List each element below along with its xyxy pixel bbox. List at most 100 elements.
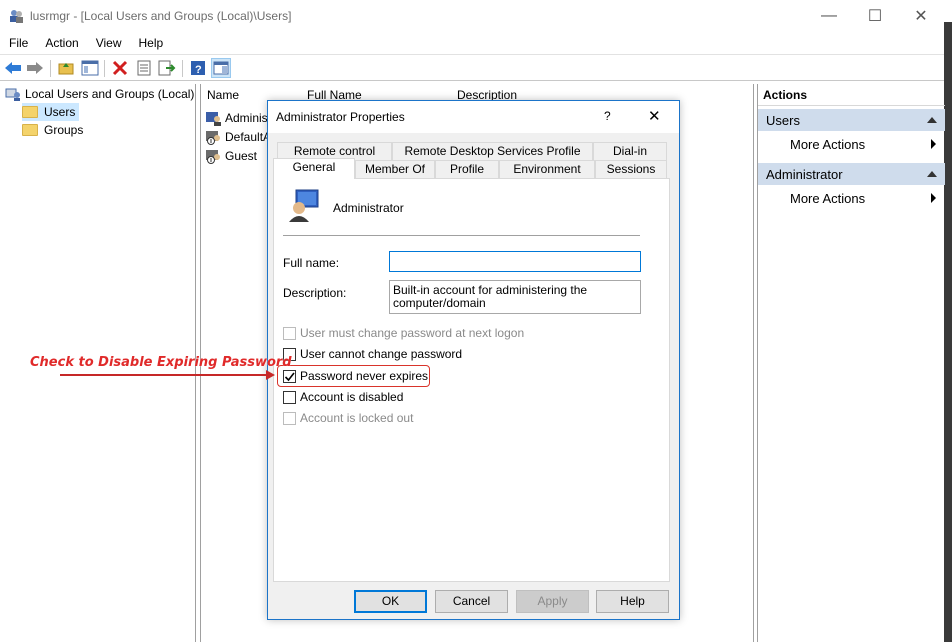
dialog-title-bar: Administrator Properties ? ✕ [268, 101, 679, 133]
close-icon: ✕ [648, 108, 661, 125]
folder-icon [22, 106, 38, 118]
help-icon[interactable]: ? [188, 58, 208, 78]
dialog-close-button[interactable]: ✕ [648, 107, 661, 125]
collapse-icon[interactable] [927, 171, 937, 177]
annotation-arrow-head-icon [266, 370, 275, 380]
computer-users-icon [5, 86, 21, 102]
more-actions-label: More Actions [790, 191, 866, 206]
list-item[interactable]: Guest [206, 147, 257, 165]
tab-sessions[interactable]: Sessions [595, 160, 667, 178]
checkbox-label: User cannot change password [300, 347, 463, 361]
checkbox-label: User must change password at next logon [300, 326, 525, 340]
apply-button: Apply [516, 590, 589, 613]
checkbox-box [283, 411, 296, 425]
annotation-text: Check to Disable Expiring Password [30, 355, 292, 370]
list-item-label: Adminis [225, 111, 268, 125]
show-hide-tree-icon[interactable] [80, 58, 100, 78]
window-title: lusrmgr - [Local Users and Groups (Local… [30, 9, 292, 23]
menu-help[interactable]: Help [130, 33, 172, 53]
checkbox-account-disabled[interactable]: Account is disabled [283, 389, 403, 405]
section-title: Administrator [766, 167, 843, 182]
submenu-arrow-icon [931, 139, 936, 149]
checkbox-cannot-change-password[interactable]: User cannot change password [283, 346, 462, 362]
full-name-label: Full name: [283, 256, 340, 270]
annotation-arrow-line [60, 374, 272, 376]
toolbar-separator [50, 60, 51, 77]
tab-profile[interactable]: Profile [435, 160, 499, 178]
checkbox-label: Account is locked out [300, 411, 414, 425]
actions-section-administrator[interactable]: Administrator [758, 163, 945, 185]
folder-icon [22, 124, 38, 136]
background-window-edge [944, 22, 952, 642]
disabled-user-icon [206, 148, 222, 164]
tree-item-users[interactable]: Users [22, 103, 80, 121]
tree-root[interactable]: Local Users and Groups (Local) [5, 85, 194, 103]
help-button[interactable]: Help [596, 590, 669, 613]
actions-section-users[interactable]: Users [758, 109, 945, 131]
tab-member-of[interactable]: Member Of [355, 160, 435, 178]
delete-icon[interactable] [110, 58, 130, 78]
actions-header: Actions [758, 84, 945, 106]
list-item-label: Guest [225, 149, 258, 163]
collapse-icon[interactable] [927, 117, 937, 123]
toolbar: ? [0, 54, 944, 81]
properties-icon[interactable] [134, 58, 154, 78]
full-name-field[interactable] [389, 251, 641, 272]
annotation-highlight-box [277, 365, 430, 387]
minimize-button[interactable]: — [806, 0, 852, 32]
general-tab-panel: Administrator Full name: Description: Bu… [273, 178, 670, 582]
cancel-button[interactable]: Cancel [435, 590, 508, 613]
export-list-icon[interactable] [157, 58, 177, 78]
description-line-2: computer/domain [393, 296, 486, 310]
more-actions-users[interactable]: More Actions [758, 133, 945, 155]
forward-arrow-icon[interactable] [25, 58, 45, 78]
checkbox-box[interactable] [283, 390, 296, 404]
checkbox-box [283, 326, 296, 340]
submenu-arrow-icon [931, 193, 936, 203]
more-actions-label: More Actions [790, 137, 866, 152]
list-item[interactable]: DefaultA [206, 128, 271, 146]
list-item-label: DefaultA [225, 130, 272, 144]
checkbox-label: Account is disabled [300, 390, 404, 404]
checkbox-account-locked-out: Account is locked out [283, 410, 413, 426]
more-actions-administrator[interactable]: More Actions [758, 187, 945, 209]
disabled-user-icon [206, 129, 222, 145]
ok-button[interactable]: OK [354, 590, 427, 613]
show-action-pane-icon[interactable] [211, 58, 231, 78]
menu-action[interactable]: Action [36, 33, 86, 53]
checkbox-must-change-password: User must change password at next logon [283, 325, 524, 341]
tree-root-label: Local Users and Groups (Local) [25, 87, 195, 101]
tree-item-groups[interactable]: Groups [22, 121, 83, 139]
description-field[interactable]: Built-in account for administering the c… [389, 280, 641, 314]
dialog-title: Administrator Properties [276, 110, 405, 124]
tab-general[interactable]: General [273, 158, 355, 179]
tree-item-label: Users [44, 105, 76, 119]
maximize-icon: ☐ [867, 8, 883, 25]
menu-file[interactable]: File [0, 33, 36, 53]
close-button[interactable]: ✕ [898, 0, 944, 32]
context-help-button[interactable]: ? [604, 109, 611, 123]
list-item[interactable]: Adminis [206, 109, 268, 127]
users-app-icon [8, 8, 24, 24]
user-avatar-icon [288, 188, 322, 225]
up-folder-icon[interactable] [56, 58, 76, 78]
back-arrow-icon[interactable] [3, 58, 23, 78]
user-icon [206, 110, 222, 126]
actions-pane: Actions Users More Actions Administrator… [757, 84, 945, 642]
minimize-icon: — [821, 7, 837, 24]
header-divider [283, 235, 640, 236]
tab-remote-desktop-profile[interactable]: Remote Desktop Services Profile [392, 142, 593, 160]
menu-bar: File Action View Help [0, 32, 944, 54]
tab-dial-in[interactable]: Dial-in [593, 142, 667, 160]
menu-view[interactable]: View [87, 33, 130, 53]
maximize-button[interactable]: ☐ [852, 0, 898, 32]
column-header-name[interactable]: Name [207, 88, 239, 102]
toolbar-separator [182, 60, 183, 77]
svg-text:?: ? [195, 64, 202, 76]
properties-dialog: Administrator Properties ? ✕ Remote cont… [267, 100, 680, 620]
title-bar: lusrmgr - [Local Users and Groups (Local… [0, 0, 944, 32]
user-name-label: Administrator [333, 201, 404, 215]
description-label: Description: [283, 286, 347, 300]
tree-item-label: Groups [44, 123, 84, 137]
tab-environment[interactable]: Environment [499, 160, 595, 178]
